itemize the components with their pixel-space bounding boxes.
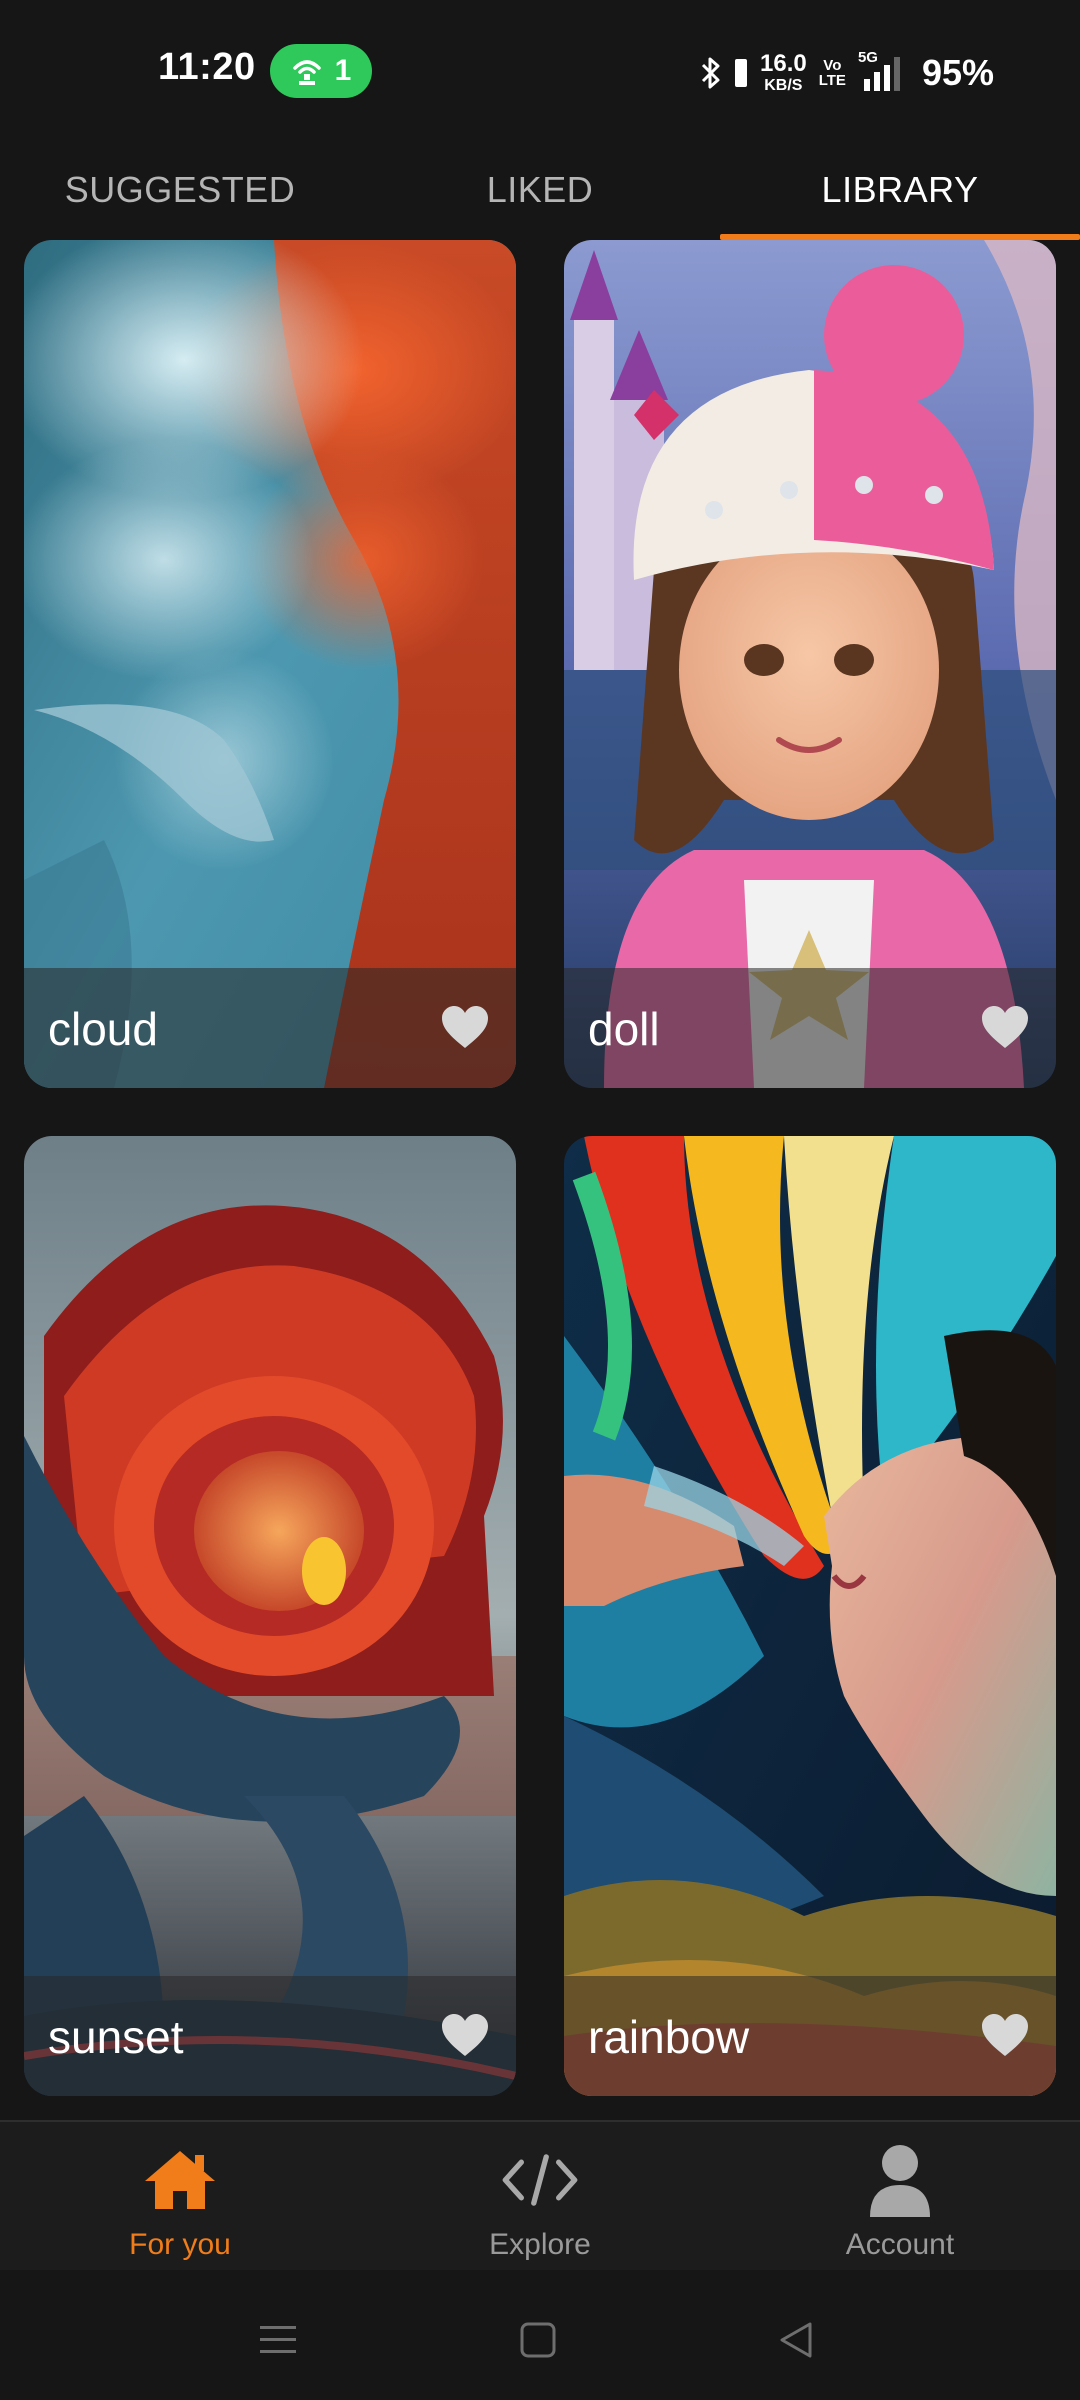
tab-bar: SUGGESTED LIKED LIBRARY [0, 140, 1080, 240]
status-time: 11:20 [158, 46, 256, 88]
person-icon [860, 2140, 940, 2220]
home-square-icon[interactable] [508, 2310, 568, 2370]
back-icon[interactable] [766, 2310, 826, 2370]
wallpaper-card-doll[interactable]: doll [564, 240, 1056, 1088]
network-type: 5G [857, 49, 878, 66]
bottom-navigation: For you Explore Account [0, 2120, 1080, 2270]
wallpaper-card-rainbow[interactable]: rainbow [564, 1136, 1056, 2096]
system-navigation-bar [0, 2270, 1080, 2400]
signal-icon: 5G [858, 49, 904, 93]
nav-account[interactable]: Account [720, 2122, 1080, 2272]
hotspot-indicator[interactable]: 1 [270, 44, 372, 98]
card-title: doll [588, 1003, 660, 1055]
wallpaper-image [564, 1136, 1056, 2096]
card-title: sunset [48, 2011, 184, 2063]
network-speed: 16.0 KB/S [760, 50, 807, 94]
vibrate-icon [735, 59, 747, 87]
tab-liked[interactable]: LIKED [360, 140, 720, 240]
nav-label: For you [129, 2228, 231, 2261]
home-icon [140, 2140, 220, 2220]
card-title: cloud [48, 1003, 158, 1055]
wallpaper-card-cloud[interactable]: cloud [24, 240, 516, 1088]
heart-icon[interactable] [980, 1004, 1030, 1050]
tab-suggested[interactable]: SUGGESTED [0, 140, 360, 240]
card-title: rainbow [588, 2011, 750, 2063]
nav-explore[interactable]: Explore [360, 2122, 720, 2272]
menu-icon[interactable] [248, 2310, 308, 2370]
nav-label: Account [845, 2228, 955, 2261]
wallpaper-image [24, 1136, 516, 2096]
wallpaper-image [24, 240, 516, 1088]
tab-library[interactable]: LIBRARY [720, 140, 1080, 240]
nav-for-you[interactable]: For you [0, 2122, 360, 2272]
heart-icon[interactable] [980, 2012, 1030, 2058]
hotspot-icon [292, 60, 321, 85]
bluetooth-icon [701, 57, 720, 89]
wallpaper-image [564, 240, 1056, 1088]
wallpaper-card-sunset[interactable]: sunset [24, 1136, 516, 2096]
heart-icon[interactable] [440, 2012, 490, 2058]
code-icon [500, 2140, 580, 2220]
hotspot-count: 1 [334, 54, 352, 87]
battery-level: 95% [921, 52, 994, 93]
heart-icon[interactable] [440, 1004, 490, 1050]
status-bar: 11:20 1 16.0 KB/S Vo LTE 5G 95% [0, 0, 1080, 140]
nav-label: Explore [489, 2228, 591, 2261]
volte-indicator: Vo LTE [818, 57, 846, 89]
